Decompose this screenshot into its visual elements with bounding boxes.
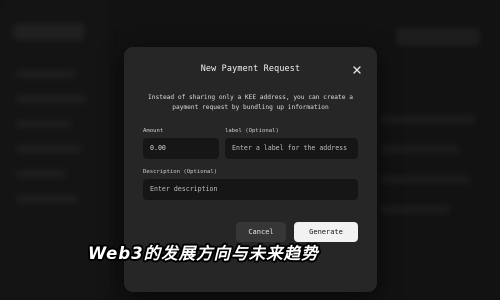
screen: New Payment Request Instead of sharing o… — [0, 0, 500, 300]
amount-input[interactable]: 0.00 — [143, 138, 219, 159]
generate-button[interactable]: Generate — [294, 222, 358, 242]
close-icon-glyph — [353, 66, 361, 74]
dialog-description: Instead of sharing only a KEE address, y… — [148, 94, 353, 111]
dialog-title: New Payment Request — [200, 63, 301, 73]
close-icon[interactable] — [351, 61, 363, 74]
cancel-button[interactable]: Cancel — [236, 222, 286, 242]
description-input[interactable]: Enter description — [143, 179, 358, 200]
overlay-caption: Web3的发展方向与未来趋势 — [88, 244, 319, 263]
description-label: Description (Optional) — [143, 169, 218, 175]
label-field-label: label (Optional) — [225, 128, 279, 134]
label-input[interactable]: Enter a label for the address — [225, 138, 358, 159]
amount-label: Amount — [143, 128, 164, 134]
